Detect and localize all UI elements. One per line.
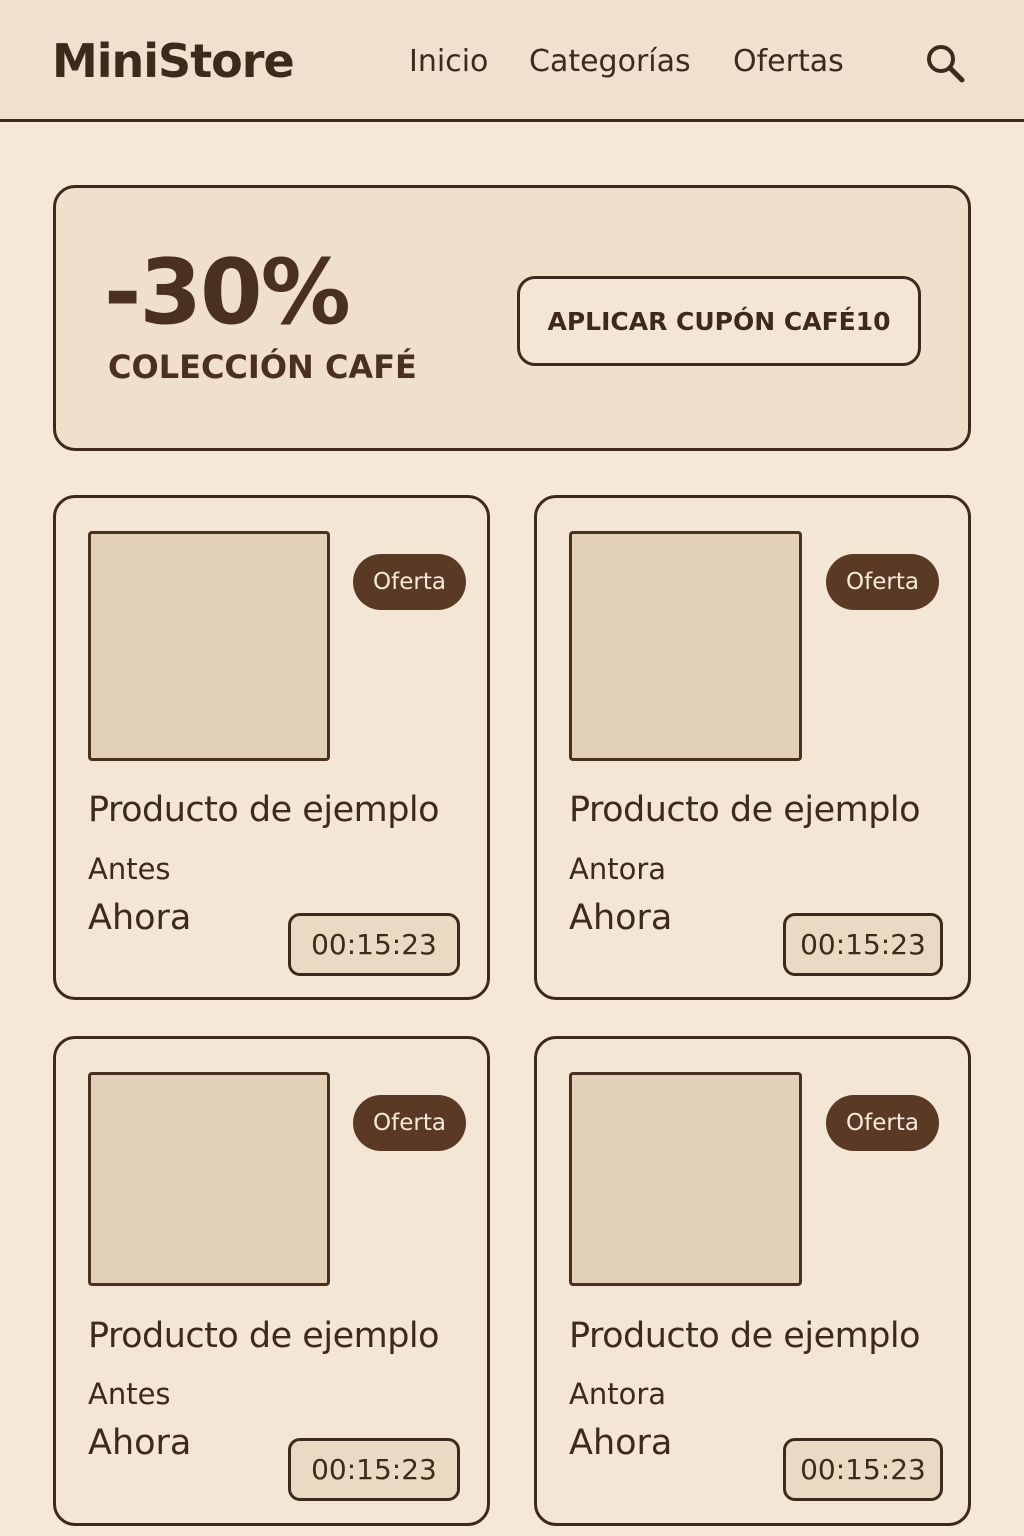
price-now-label: Ahora (569, 1423, 673, 1463)
product-image[interactable] (88, 1072, 330, 1286)
product-title[interactable]: Producto de ejemplo (569, 790, 921, 830)
price-now-label: Ahora (88, 1423, 192, 1463)
search-button[interactable] (922, 40, 968, 86)
offer-badge: Oferta (353, 554, 466, 610)
price-before-label: Antes (88, 852, 171, 886)
product-title[interactable]: Producto de ejemplo (88, 1316, 440, 1356)
nav-ofertas[interactable]: Ofertas (733, 44, 844, 79)
product-card[interactable]: Oferta Producto de ejemplo Antora Ahora … (534, 495, 971, 1000)
product-image[interactable] (88, 531, 330, 761)
offer-badge: Oferta (826, 1095, 939, 1151)
collection-title: COLECCIÓN CAFÉ (108, 348, 417, 386)
offer-badge: Oferta (826, 554, 939, 610)
search-icon (927, 45, 965, 83)
product-card[interactable]: Oferta Producto de ejemplo Antes Ahora 0… (53, 495, 490, 1000)
price-now-label: Ahora (88, 898, 192, 938)
product-title[interactable]: Producto de ejemplo (569, 1316, 921, 1356)
price-before-label: Antora (569, 852, 667, 886)
price-before-label: Antes (88, 1377, 171, 1411)
promo-banner: -30% COLECCIÓN CAFÉ APLICAR CUPÓN CAFÉ10 (53, 185, 971, 451)
product-card[interactable]: Oferta Producto de ejemplo Antes Ahora 0… (53, 1036, 490, 1526)
price-before-label: Antora (569, 1377, 667, 1411)
offer-badge: Oferta (353, 1095, 466, 1151)
countdown-timer: 00:15:23 (783, 913, 943, 976)
discount-percent: -30% (104, 240, 351, 345)
product-image[interactable] (569, 1072, 802, 1286)
price-now-label: Ahora (569, 898, 673, 938)
product-card[interactable]: Oferta Producto de ejemplo Antora Ahora … (534, 1036, 971, 1526)
apply-coupon-button[interactable]: APLICAR CUPÓN CAFÉ10 (517, 276, 921, 366)
nav-categorias[interactable]: Categorías (529, 44, 691, 79)
countdown-timer: 00:15:23 (783, 1438, 943, 1501)
nav-inicio[interactable]: Inicio (409, 44, 488, 79)
countdown-timer: 00:15:23 (288, 1438, 460, 1501)
site-header: MiniStore Inicio Categorías Ofertas (0, 0, 1024, 122)
store-logo[interactable]: MiniStore (52, 34, 295, 88)
product-image[interactable] (569, 531, 802, 761)
product-title[interactable]: Producto de ejemplo (88, 790, 440, 830)
countdown-timer: 00:15:23 (288, 913, 460, 976)
